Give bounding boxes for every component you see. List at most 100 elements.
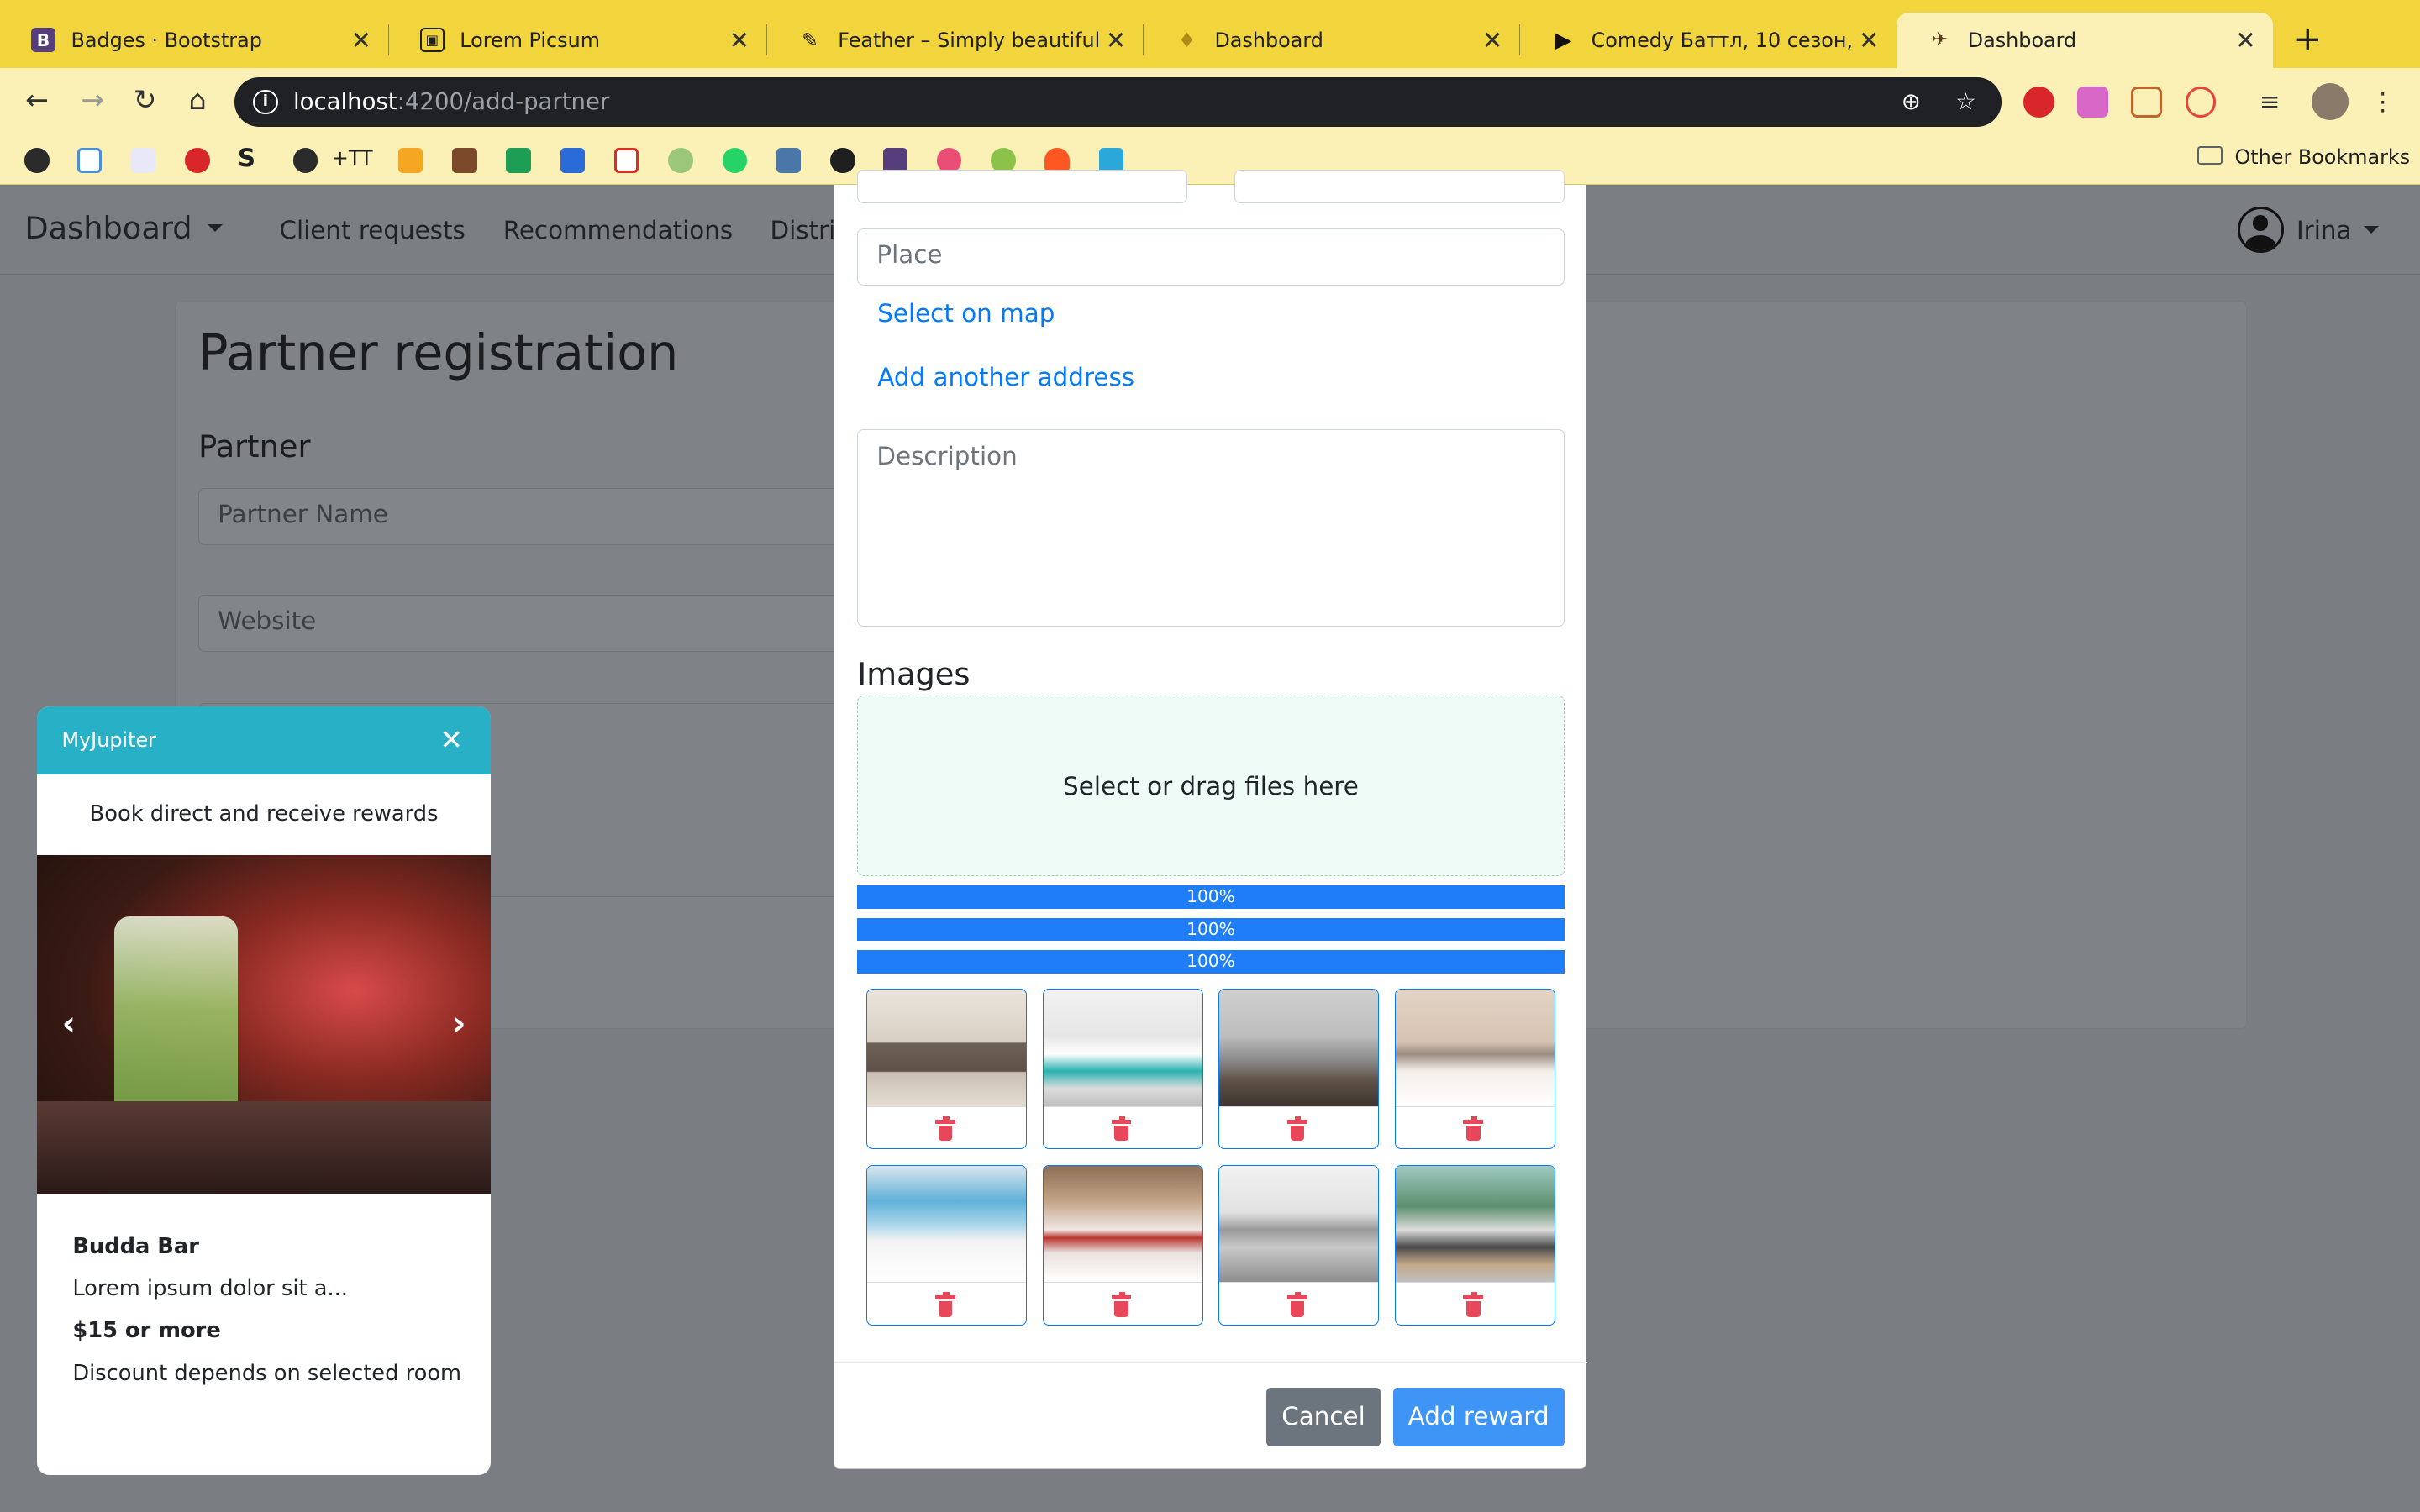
trash-icon[interactable] — [935, 1116, 956, 1142]
star-icon[interactable]: ☆ — [1955, 77, 1976, 127]
room-photo — [1219, 990, 1379, 1107]
bookmark-icon[interactable] — [131, 148, 156, 173]
rewards-widget: MyJupiter ✕ Book direct and receive rewa… — [37, 706, 492, 1475]
user-menu[interactable]: Irina — [2238, 207, 2380, 254]
other-bookmarks[interactable]: Other Bookmarks — [2197, 145, 2410, 169]
eagle-icon: ✈ — [1932, 29, 1948, 51]
home-icon[interactable]: ⌂ — [179, 83, 216, 116]
form-field[interactable] — [1234, 170, 1565, 204]
vk-icon[interactable] — [776, 148, 802, 173]
partner-name-input[interactable]: Partner Name — [198, 488, 847, 546]
codepen-icon[interactable] — [830, 148, 855, 173]
location-icon[interactable]: ⊕ — [1902, 77, 1921, 127]
trash-icon[interactable] — [935, 1292, 956, 1317]
close-icon[interactable]: ✕ — [439, 706, 463, 774]
select-on-map-link[interactable]: Select on map — [877, 299, 1055, 328]
sheets-icon[interactable] — [506, 148, 531, 173]
adblock-icon[interactable] — [2023, 86, 2054, 118]
place-description: Lorem ipsum dolor sit a... — [72, 1275, 348, 1301]
image-thumbnail — [1394, 1164, 1555, 1326]
browser-tab[interactable]: ✎ Feather – Simply beautiful ope ✕ — [767, 13, 1144, 68]
upload-progress-bar: 100% — [857, 950, 1565, 974]
close-icon[interactable]: ✕ — [1857, 26, 1881, 55]
nav-client-requests[interactable]: Client requests — [279, 216, 465, 244]
add-reward-button[interactable]: Add reward — [1392, 1388, 1565, 1446]
url-host: localhost — [292, 87, 397, 115]
form-field[interactable] — [857, 170, 1188, 204]
widget-title: MyJupiter — [61, 728, 156, 753]
chevron-left-icon[interactable]: ‹ — [61, 1003, 76, 1043]
description-textarea[interactable]: Description — [857, 428, 1565, 627]
close-icon[interactable]: ✕ — [1103, 26, 1128, 55]
chevron-right-icon[interactable]: › — [452, 1003, 466, 1043]
mail-icon[interactable] — [560, 148, 586, 173]
caret-down-icon — [207, 224, 223, 233]
bar-counter — [37, 1101, 492, 1194]
room-photo — [867, 1165, 1027, 1284]
extension-icon[interactable] — [2185, 86, 2217, 118]
bookmark-label[interactable]: +TT — [332, 146, 373, 170]
new-tab-button[interactable]: + — [2293, 22, 2322, 55]
cancel-button[interactable]: Cancel — [1266, 1388, 1381, 1446]
browser-tab[interactable]: B Badges · Bootstrap ✕ — [0, 13, 389, 68]
nav-recommendations[interactable]: Recommendations — [503, 216, 733, 244]
trash-icon[interactable] — [1463, 1292, 1484, 1317]
browser-tab-active[interactable]: ✈ Dashboard ✕ — [1897, 12, 2274, 68]
bookmark-icon[interactable] — [185, 148, 210, 173]
image-thumbnail — [1042, 989, 1203, 1150]
globe-icon[interactable] — [292, 148, 318, 173]
nav-distribution[interactable]: Distri — [771, 216, 836, 244]
bookmark-icon[interactable] — [668, 148, 693, 173]
carousel: ‹ › — [37, 854, 492, 1194]
info-icon[interactable]: i — [253, 89, 278, 114]
browser-tab[interactable]: ▶ Comedy Баттл, 10 сезон, 13 в ✕ — [1520, 13, 1897, 68]
close-icon[interactable]: ✕ — [349, 26, 373, 55]
room-photo — [1395, 1165, 1555, 1284]
close-icon[interactable]: ✕ — [1480, 26, 1504, 55]
file-dropzone[interactable]: Select or drag files here — [857, 696, 1565, 877]
extension-icon[interactable] — [2131, 86, 2163, 118]
widget-header: MyJupiter ✕ — [37, 706, 492, 774]
address-bar[interactable]: i localhost:4200/add-partner ⊕ ☆ — [234, 76, 2002, 127]
trash-icon[interactable] — [1463, 1116, 1484, 1142]
profile-avatar-icon[interactable] — [2312, 83, 2349, 121]
bookmarks-bar: S +TT Other Bookmarks — [0, 135, 2420, 186]
gmail-icon[interactable] — [614, 148, 639, 173]
bookmark-icon[interactable] — [76, 148, 103, 173]
bookmark-icon[interactable]: S — [238, 144, 255, 172]
add-reward-modal: Place Select on map Add another address … — [833, 170, 1588, 1469]
menu-icon[interactable]: ⋮ — [2370, 87, 2402, 118]
browser-tab[interactable]: ▣ Lorem Picsum ✕ — [389, 13, 767, 68]
trash-icon[interactable] — [1111, 1292, 1132, 1317]
app-viewport: Dashboard Client requests Recommendation… — [0, 170, 2420, 1512]
forward-icon[interactable]: → — [74, 83, 111, 116]
user-name: Irina — [2296, 215, 2352, 244]
add-address-link[interactable]: Add another address — [877, 363, 1134, 391]
trash-icon[interactable] — [1286, 1292, 1307, 1317]
bookmark-icon[interactable] — [397, 148, 424, 173]
media-icon[interactable]: ≡ — [2260, 87, 2291, 118]
upload-progress-bar: 100% — [857, 885, 1565, 909]
browser-tab-strip: B Badges · Bootstrap ✕ ▣ Lorem Picsum ✕ … — [0, 0, 2420, 68]
bookmark-icon[interactable] — [452, 148, 477, 173]
room-photo — [867, 990, 1027, 1107]
whatsapp-icon[interactable] — [722, 148, 747, 173]
website-input[interactable]: Website — [198, 595, 847, 653]
close-icon[interactable]: ✕ — [2233, 26, 2258, 55]
image-thumbnail — [1042, 1164, 1203, 1326]
browser-tab[interactable]: ♦ Dashboard ✕ — [1144, 13, 1521, 68]
place-input[interactable]: Place — [857, 228, 1565, 286]
browser-toolbar: ← → ↻ ⌂ i localhost:4200/add-partner ⊕ ☆… — [0, 67, 2420, 136]
extension-icon[interactable] — [2077, 86, 2108, 118]
reload-icon[interactable]: ↻ — [127, 83, 164, 116]
brand-dropdown[interactable]: Dashboard — [24, 210, 223, 246]
bookmark-icon[interactable] — [24, 148, 50, 173]
close-icon[interactable]: ✕ — [727, 26, 751, 55]
trash-icon[interactable] — [1286, 1116, 1307, 1142]
feather-icon: ✎ — [802, 28, 819, 52]
tab-title: Badges · Bootstrap — [71, 28, 262, 52]
trash-icon[interactable] — [1111, 1116, 1132, 1142]
section-title: Partner — [198, 428, 311, 465]
back-icon[interactable]: ← — [18, 83, 55, 116]
user-avatar-icon — [2238, 207, 2285, 254]
